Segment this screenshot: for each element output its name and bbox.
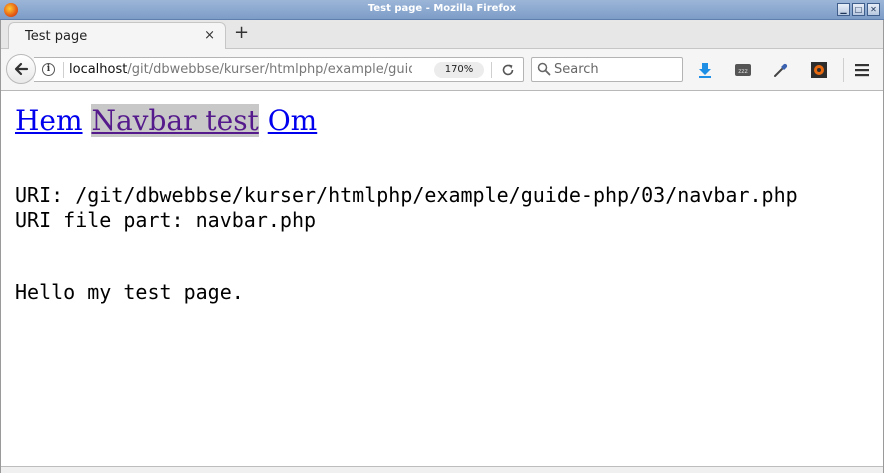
url-bar[interactable]: i localhost/git/dbwebbse/kurser/htmlphp/…	[34, 57, 524, 82]
back-arrow-icon	[14, 62, 29, 76]
zoom-level-badge[interactable]: 170%	[434, 62, 484, 78]
nav-link-om[interactable]: Om	[268, 104, 318, 137]
window-bottom-edge	[0, 466, 884, 473]
hamburger-menu-icon[interactable]	[853, 61, 871, 79]
reload-icon[interactable]	[500, 62, 516, 78]
tab-test-page[interactable]: Test page ×	[8, 22, 226, 49]
eyedropper-icon[interactable]	[772, 61, 790, 79]
uri-file-line: URI file part: navbar.php	[15, 208, 317, 232]
hello-line: Hello my test page.	[15, 280, 244, 304]
back-button[interactable]	[6, 54, 36, 84]
info-icon[interactable]: i	[42, 63, 55, 76]
toolbar-divider	[843, 58, 844, 82]
uri-line: URI: /git/dbwebbse/kurser/htmlphp/exampl…	[15, 183, 798, 207]
tab-title: Test page	[25, 29, 88, 44]
window-frame-left	[0, 20, 1, 473]
search-input[interactable]	[554, 61, 674, 78]
nav-toolbar: i localhost/git/dbwebbse/kurser/htmlphp/…	[0, 49, 884, 91]
tab-strip: Test page ×	[0, 20, 884, 49]
nav-link-navbar-test[interactable]: Navbar test	[91, 104, 259, 137]
sleep-tab-icon[interactable]: zzz	[734, 61, 752, 79]
search-icon	[537, 62, 551, 76]
download-icon[interactable]	[696, 61, 714, 79]
maximize-button[interactable]: □	[852, 3, 865, 16]
url-divider	[63, 62, 64, 78]
new-tab-button[interactable]: +	[234, 23, 249, 43]
search-bar[interactable]	[531, 57, 683, 82]
close-window-button[interactable]: ✕	[867, 3, 880, 16]
minimize-button[interactable]: ▁	[837, 3, 850, 16]
nav-link-hem[interactable]: Hem	[15, 104, 83, 137]
url-divider-2	[491, 62, 492, 78]
page-content: Hem Navbar test Om URI: /git/dbwebbse/ku…	[0, 92, 884, 466]
url-path: /git/dbwebbse/kurser/htmlphp/example/gui…	[127, 62, 412, 77]
url-host: localhost	[69, 62, 128, 77]
site-navbar: Hem Navbar test Om	[15, 104, 317, 137]
tab-close-icon[interactable]: ×	[204, 28, 215, 43]
extension-gear-icon[interactable]	[810, 61, 828, 79]
url-text[interactable]: localhost/git/dbwebbse/kurser/htmlphp/ex…	[69, 62, 412, 79]
window-titlebar: Test page - Mozilla Firefox ▁ □ ✕	[0, 0, 884, 20]
window-title: Test page - Mozilla Firefox	[367, 3, 517, 14]
svg-text:zzz: zzz	[738, 68, 747, 75]
